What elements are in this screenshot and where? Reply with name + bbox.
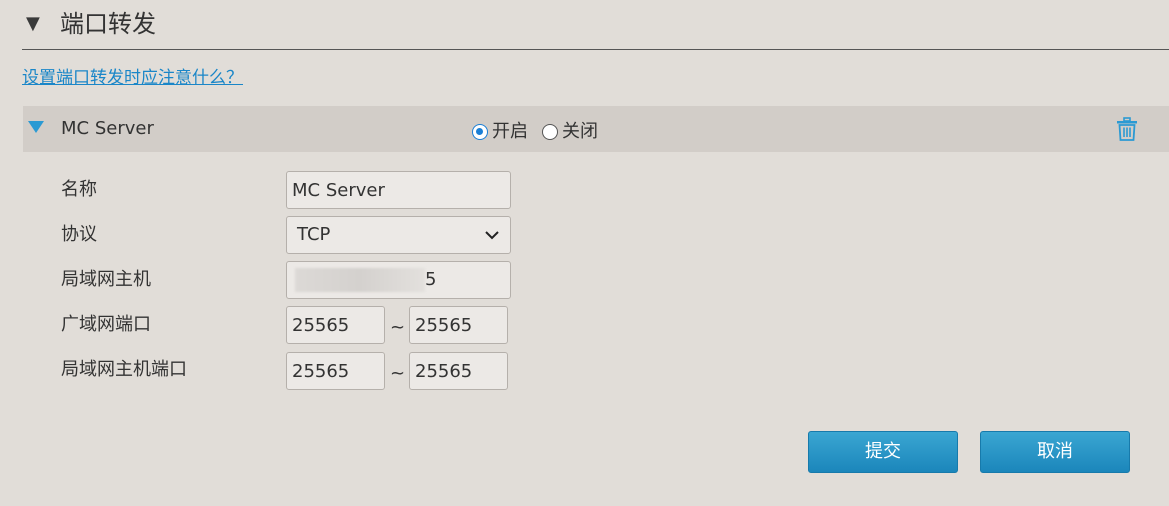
lan-host-label: 局域网主机 bbox=[61, 269, 151, 290]
protocol-select[interactable]: TCP bbox=[286, 216, 511, 254]
radio-enable-circle[interactable] bbox=[472, 124, 488, 140]
trash-icon[interactable] bbox=[1116, 117, 1138, 141]
lan-port-end-input[interactable] bbox=[409, 352, 508, 390]
lan-port-start-input[interactable] bbox=[286, 352, 385, 390]
wan-port-end-input[interactable] bbox=[409, 306, 508, 344]
radio-enable-label[interactable]: 开启 bbox=[492, 121, 528, 143]
header-divider bbox=[22, 49, 1169, 50]
collapse-arrow-icon[interactable]: ▼ bbox=[26, 14, 40, 34]
radio-disable-circle[interactable] bbox=[542, 124, 558, 140]
protocol-selected-value: TCP bbox=[297, 224, 331, 245]
lan-host-input[interactable]: 5 bbox=[286, 261, 511, 299]
status-radio-group: 开启 关闭 bbox=[472, 120, 612, 144]
protocol-label: 协议 bbox=[61, 224, 97, 245]
radio-disable-label[interactable]: 关闭 bbox=[562, 121, 598, 143]
wan-port-start-input[interactable] bbox=[286, 306, 385, 344]
expand-caret-icon[interactable] bbox=[28, 121, 44, 133]
name-label: 名称 bbox=[61, 179, 97, 200]
chevron-down-icon bbox=[485, 231, 499, 240]
radio-disable[interactable]: 关闭 bbox=[542, 121, 598, 143]
section-header: ▼ 端口转发 bbox=[0, 0, 1169, 50]
radio-enable[interactable]: 开启 bbox=[472, 121, 528, 143]
section-title: 端口转发 bbox=[60, 10, 156, 38]
wan-port-range-separator: ~ bbox=[390, 317, 406, 338]
rule-header-bar: MC Server 开启 关闭 bbox=[23, 106, 1169, 152]
wan-port-label: 广域网端口 bbox=[61, 314, 151, 335]
redacted-mask bbox=[295, 268, 425, 292]
submit-button[interactable]: 提交 bbox=[808, 431, 958, 473]
rule-name: MC Server bbox=[61, 118, 154, 139]
cancel-button[interactable]: 取消 bbox=[980, 431, 1130, 473]
lan-host-visible-tail: 5 bbox=[425, 269, 437, 290]
lan-port-label: 局域网主机端口 bbox=[61, 359, 187, 380]
help-link[interactable]: 设置端口转发时应注意什么？ bbox=[22, 66, 243, 90]
name-input[interactable] bbox=[286, 171, 511, 209]
lan-port-range-separator: ~ bbox=[390, 363, 406, 384]
